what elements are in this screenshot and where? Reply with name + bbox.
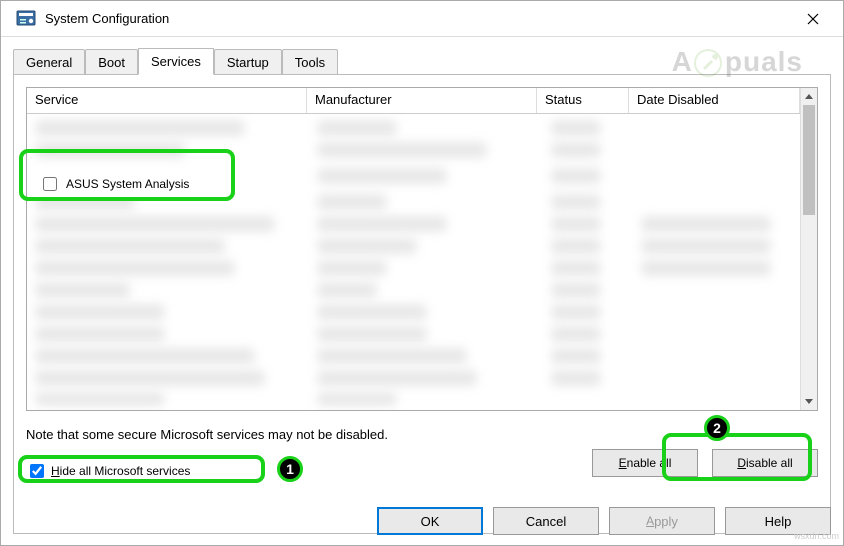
close-button[interactable] <box>791 4 835 34</box>
col-header-manufacturer[interactable]: Manufacturer <box>307 88 537 113</box>
listview-header: Service Manufacturer Status Date Disable… <box>27 88 800 114</box>
note-text: Note that some secure Microsoft services… <box>26 427 818 442</box>
annotation-badge-1: 1 <box>277 456 303 482</box>
titlebar: System Configuration <box>1 1 843 37</box>
service-checkbox-asus[interactable] <box>43 177 57 191</box>
col-header-status[interactable]: Status <box>537 88 629 113</box>
system-config-window: System Configuration General Boot Servic… <box>0 0 844 546</box>
wrench-icon <box>693 48 725 80</box>
tab-services[interactable]: Services <box>138 48 214 75</box>
col-header-date-disabled[interactable]: Date Disabled <box>629 88 800 113</box>
service-label-asus: ASUS System Analysis <box>66 177 189 191</box>
annotation-badge-2: 2 <box>704 415 730 441</box>
hide-microsoft-checkbox-row[interactable]: Hide all Microsoft services <box>26 461 190 481</box>
service-row-asus[interactable]: ASUS System Analysis <box>33 170 195 198</box>
tab-general[interactable]: General <box>13 49 85 76</box>
scroll-up-arrow[interactable] <box>801 88 817 105</box>
ok-button[interactable]: OK <box>377 507 483 535</box>
enable-all-button[interactable]: Enable all <box>592 449 698 477</box>
col-header-service[interactable]: Service <box>27 88 307 113</box>
listview-body[interactable]: ASUS System Analysis <box>27 114 800 410</box>
apply-button[interactable]: Apply <box>609 507 715 535</box>
tab-startup[interactable]: Startup <box>214 49 282 76</box>
scroll-down-arrow[interactable] <box>801 393 817 410</box>
corner-watermark: wsxdn.com <box>794 531 839 541</box>
scroll-track[interactable] <box>801 105 817 393</box>
window-title: System Configuration <box>45 11 791 26</box>
hide-microsoft-checkbox[interactable] <box>30 464 44 478</box>
dialog-buttons: OK Cancel Apply Help <box>377 507 831 535</box>
scrollbar[interactable] <box>800 88 817 410</box>
tab-boot[interactable]: Boot <box>85 49 138 76</box>
disable-all-button[interactable]: Disable all <box>712 449 818 477</box>
tab-tools[interactable]: Tools <box>282 49 338 76</box>
watermark-text: A puals <box>672 46 803 80</box>
cancel-button[interactable]: Cancel <box>493 507 599 535</box>
tab-panel-services: Service Manufacturer Status Date Disable… <box>13 74 831 534</box>
msconfig-icon <box>15 8 37 30</box>
scroll-thumb[interactable] <box>803 105 815 215</box>
services-listview[interactable]: Service Manufacturer Status Date Disable… <box>26 87 818 411</box>
hide-microsoft-label: Hide all Microsoft services <box>51 464 190 478</box>
